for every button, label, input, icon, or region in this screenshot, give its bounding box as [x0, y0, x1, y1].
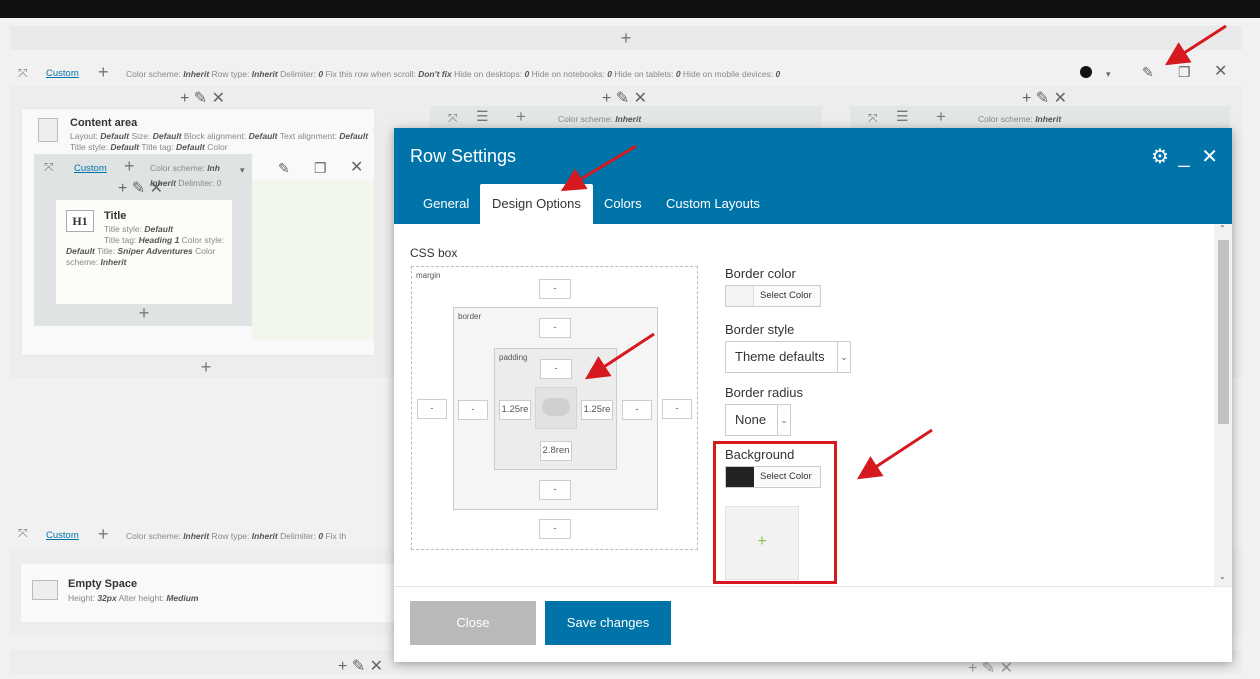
arrow-to-padding: [584, 332, 655, 380]
arrow-to-design-tab: [560, 144, 637, 192]
arrow-to-edit: [1164, 24, 1227, 66]
annotation-arrows: [560, 24, 1227, 480]
arrow-to-background: [856, 428, 933, 480]
